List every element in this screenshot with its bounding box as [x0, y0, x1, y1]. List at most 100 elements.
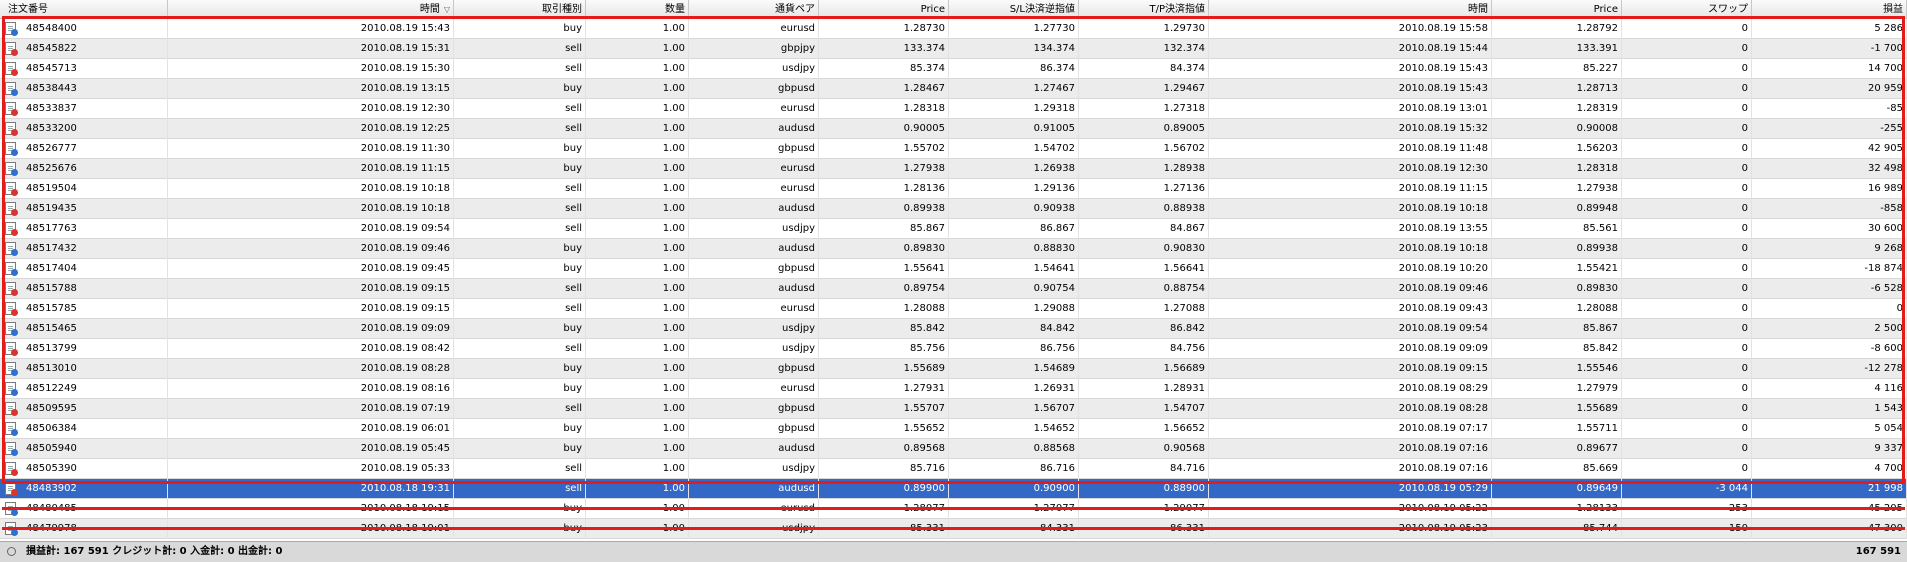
cell-swap: 0	[1622, 339, 1752, 359]
cell-stop-loss: 0.90938	[949, 199, 1079, 219]
cell-trade-type: sell	[454, 119, 586, 139]
cell-take-profit: 86.842	[1079, 319, 1209, 339]
cell-quantity: 1.00	[586, 139, 689, 159]
cell-close-time: 2010.08.19 11:48	[1209, 139, 1492, 159]
cell-order-number: 48533837	[0, 99, 168, 119]
cell-profit: 1 543	[1752, 399, 1907, 419]
column-header-trade-type[interactable]: 取引種別	[454, 0, 586, 19]
cell-close-time: 2010.08.19 11:15	[1209, 179, 1492, 199]
cell-trade-type: buy	[454, 259, 586, 279]
cell-quantity: 1.00	[586, 399, 689, 419]
table-row[interactable]: 48533200 2010.08.19 12:25 sell 1.00 audusd 0.…	[0, 119, 1907, 139]
cell-open-time: 2010.08.19 05:45	[168, 439, 454, 459]
cell-open-time: 2010.08.19 15:31	[168, 39, 454, 59]
table-row[interactable]: 48538443 2010.08.19 13:15 buy 1.00 gbpusd 1.2…	[0, 79, 1907, 99]
cell-close-time: 2010.08.19 10:18	[1209, 239, 1492, 259]
cell-stop-loss: 84.842	[949, 319, 1079, 339]
cell-quantity: 1.00	[586, 459, 689, 479]
table-row[interactable]: 48480485 2010.08.18 19:15 buy 1.00 eurusd 1.2…	[0, 499, 1907, 519]
cell-currency-pair: usdjpy	[689, 339, 819, 359]
table-row[interactable]: 48545822 2010.08.19 15:31 sell 1.00 gbpjpy 13…	[0, 39, 1907, 59]
column-header-profit[interactable]: 損益	[1752, 0, 1907, 19]
table-row[interactable]: 48515785 2010.08.19 09:15 sell 1.00 eurusd 1.…	[0, 299, 1907, 319]
column-header-quantity[interactable]: 数量	[586, 0, 689, 19]
cell-swap: 0	[1622, 399, 1752, 419]
cell-currency-pair: gbpusd	[689, 139, 819, 159]
column-header-currency-pair[interactable]: 通貨ペア	[689, 0, 819, 19]
cell-quantity: 1.00	[586, 319, 689, 339]
cell-open-time: 2010.08.19 09:45	[168, 259, 454, 279]
table-row[interactable]: 48517763 2010.08.19 09:54 sell 1.00 usdjpy 85…	[0, 219, 1907, 239]
cell-quantity: 1.00	[586, 259, 689, 279]
cell-trade-type: buy	[454, 19, 586, 39]
cell-quantity: 1.00	[586, 79, 689, 99]
cell-order-number: 48505390	[0, 459, 168, 479]
column-header-open-time[interactable]: 時間 ▽	[168, 0, 454, 19]
cell-open-time: 2010.08.19 09:15	[168, 299, 454, 319]
column-header-take-profit[interactable]: T/P決済指値	[1079, 0, 1209, 19]
cell-open-time: 2010.08.19 12:25	[168, 119, 454, 139]
cell-swap: 0	[1622, 319, 1752, 339]
table-row[interactable]: 48509595 2010.08.19 07:19 sell 1.00 gbpusd 1.…	[0, 399, 1907, 419]
table-row[interactable]: 48533837 2010.08.19 12:30 sell 1.00 eurusd 1.…	[0, 99, 1907, 119]
table-row[interactable]: 48513010 2010.08.19 08:28 buy 1.00 gbpusd 1.5…	[0, 359, 1907, 379]
table-row[interactable]: 48483902 2010.08.18 19:31 sell 1.00 audusd 0.…	[0, 479, 1907, 499]
cell-open-price: 85.374	[819, 59, 949, 79]
cell-quantity: 1.00	[586, 439, 689, 459]
column-header-stop-loss[interactable]: S/L決済逆指値	[949, 0, 1079, 19]
table-row[interactable]: 48479978 2010.08.18 19:01 buy 1.00 usdjpy 85.…	[0, 519, 1907, 539]
cell-swap: 0	[1622, 19, 1752, 39]
cell-take-profit: 0.90830	[1079, 239, 1209, 259]
cell-stop-loss: 84.331	[949, 519, 1079, 539]
cell-open-price: 1.55702	[819, 139, 949, 159]
cell-currency-pair: eurusd	[689, 159, 819, 179]
table-row[interactable]: 48545713 2010.08.19 15:30 sell 1.00 usdjpy 85…	[0, 59, 1907, 79]
cell-open-price: 1.28467	[819, 79, 949, 99]
cell-swap: -253	[1622, 499, 1752, 519]
cell-open-time: 2010.08.19 11:15	[168, 159, 454, 179]
cell-take-profit: 86.331	[1079, 519, 1209, 539]
table-row[interactable]: 48519435 2010.08.19 10:18 sell 1.00 audusd 0.…	[0, 199, 1907, 219]
table-row[interactable]: 48506384 2010.08.19 06:01 buy 1.00 gbpusd 1.5…	[0, 419, 1907, 439]
cell-close-price: 133.391	[1492, 39, 1622, 59]
cell-profit: 5 054	[1752, 419, 1907, 439]
table-row[interactable]: 48548400 2010.08.19 15:43 buy 1.00 eurusd 1.2…	[0, 19, 1907, 39]
table-row[interactable]: 48512249 2010.08.19 08:16 buy 1.00 eurusd 1.2…	[0, 379, 1907, 399]
cell-stop-loss: 1.29318	[949, 99, 1079, 119]
cell-quantity: 1.00	[586, 99, 689, 119]
cell-stop-loss: 1.27077	[949, 499, 1079, 519]
cell-open-price: 0.89568	[819, 439, 949, 459]
column-header-open-price[interactable]: Price	[819, 0, 949, 19]
cell-order-number: 48515788	[0, 279, 168, 299]
cell-open-price: 1.55641	[819, 259, 949, 279]
table-row[interactable]: 48513799 2010.08.19 08:42 sell 1.00 usdjpy 85…	[0, 339, 1907, 359]
table-row[interactable]: 48525676 2010.08.19 11:15 buy 1.00 eurusd 1.2…	[0, 159, 1907, 179]
table-row[interactable]: 48515788 2010.08.19 09:15 sell 1.00 audusd 0.…	[0, 279, 1907, 299]
cell-stop-loss: 86.867	[949, 219, 1079, 239]
column-header-swap[interactable]: スワップ	[1622, 0, 1752, 19]
column-header-order-number[interactable]: 注文番号	[0, 0, 168, 19]
cell-quantity: 1.00	[586, 479, 689, 499]
cell-close-price: 1.28318	[1492, 159, 1622, 179]
table-row[interactable]: 48526777 2010.08.19 11:30 buy 1.00 gbpusd 1.5…	[0, 139, 1907, 159]
cell-trade-type: sell	[454, 279, 586, 299]
column-header-close-time[interactable]: 時間	[1209, 0, 1492, 19]
cell-order-number: 48548400	[0, 19, 168, 39]
table-row[interactable]: 48517404 2010.08.19 09:45 buy 1.00 gbpusd 1.5…	[0, 259, 1907, 279]
table-row[interactable]: 48517432 2010.08.19 09:46 buy 1.00 audusd 0.8…	[0, 239, 1907, 259]
cell-currency-pair: gbpusd	[689, 359, 819, 379]
table-row[interactable]: 48505390 2010.08.19 05:33 sell 1.00 usdjpy 85…	[0, 459, 1907, 479]
cell-quantity: 1.00	[586, 279, 689, 299]
cell-swap: 0	[1622, 379, 1752, 399]
cell-stop-loss: 0.88568	[949, 439, 1079, 459]
cell-order-number: 48519435	[0, 199, 168, 219]
table-row[interactable]: 48505940 2010.08.19 05:45 buy 1.00 audusd 0.8…	[0, 439, 1907, 459]
column-header-close-price[interactable]: Price	[1492, 0, 1622, 19]
cell-quantity: 1.00	[586, 159, 689, 179]
table-row[interactable]: 48515465 2010.08.19 09:09 buy 1.00 usdjpy 85.…	[0, 319, 1907, 339]
cell-trade-type: buy	[454, 159, 586, 179]
cell-quantity: 1.00	[586, 59, 689, 79]
cell-order-number: 48517432	[0, 239, 168, 259]
cell-take-profit: 1.29730	[1079, 19, 1209, 39]
table-row[interactable]: 48519504 2010.08.19 10:18 sell 1.00 eurusd 1.…	[0, 179, 1907, 199]
